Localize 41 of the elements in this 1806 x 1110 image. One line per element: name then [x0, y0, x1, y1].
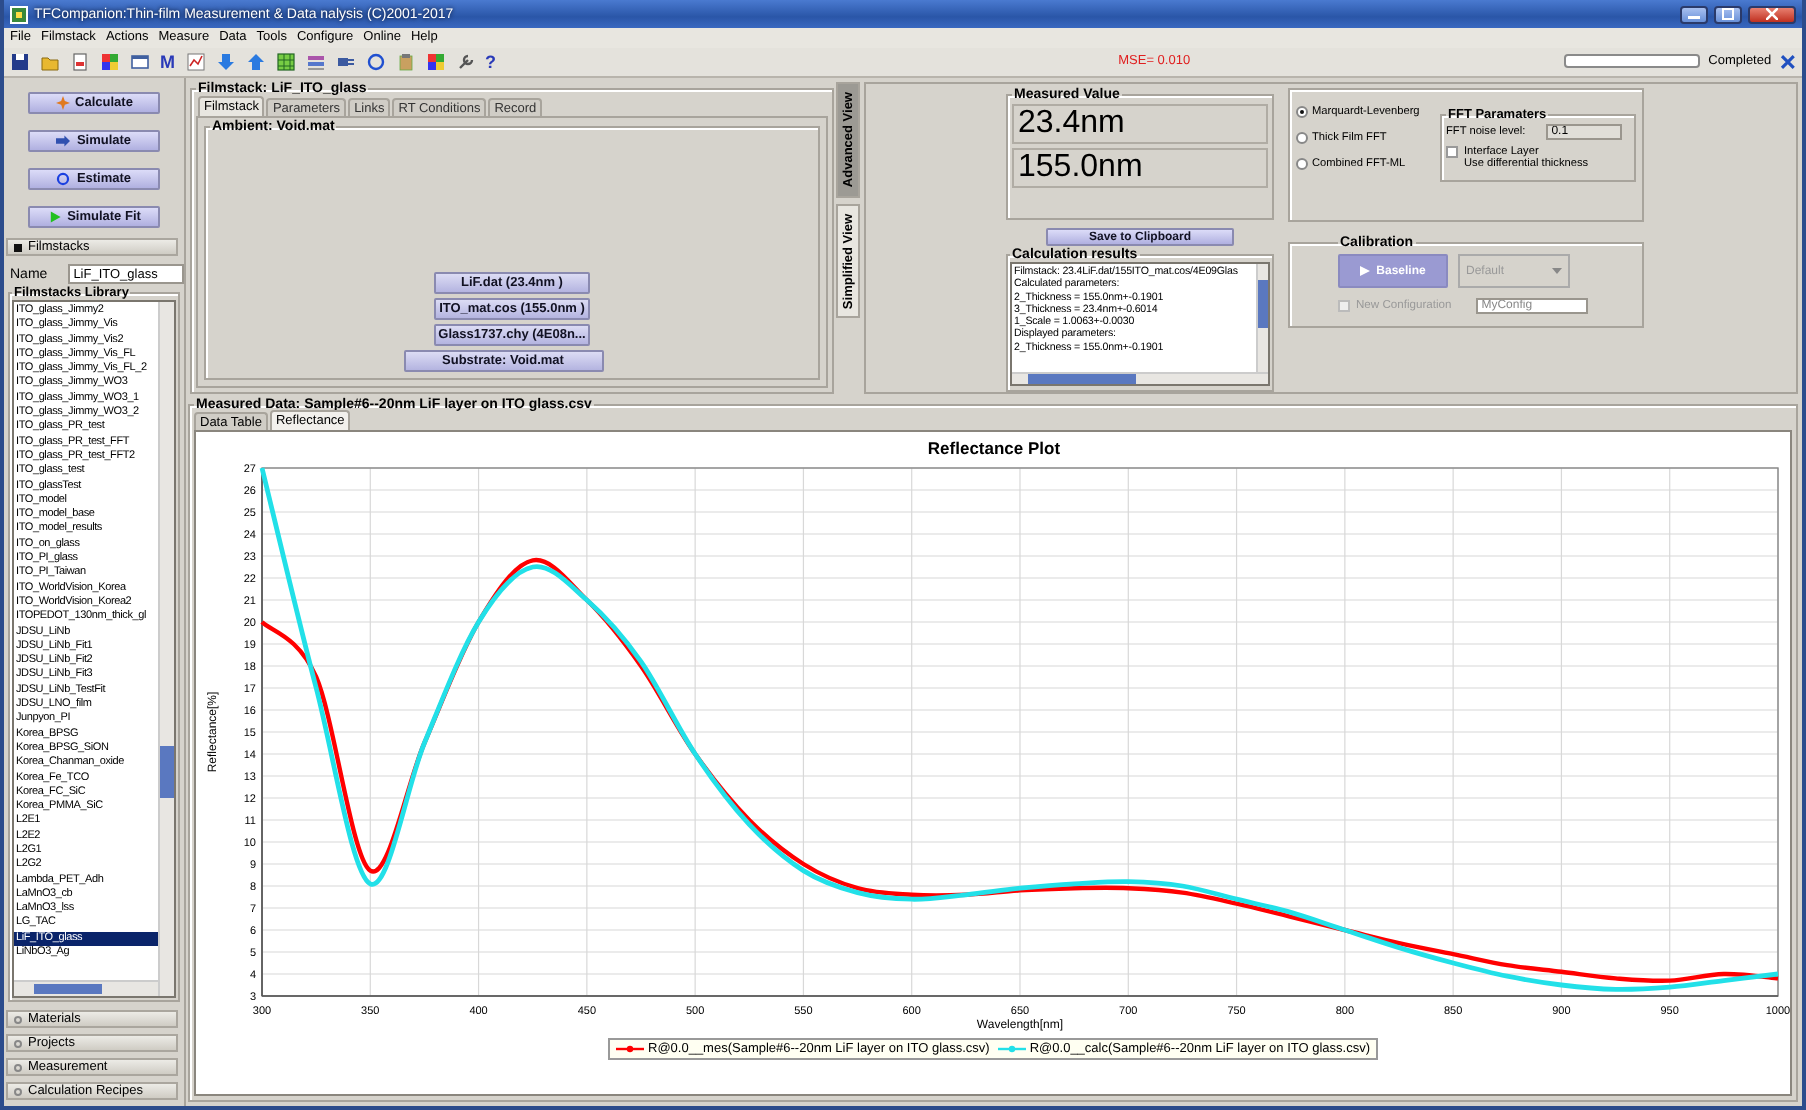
- palette-icon[interactable]: [100, 51, 120, 71]
- close-icon: [1766, 8, 1778, 20]
- palette-icon[interactable]: [425, 51, 445, 71]
- window-icon[interactable]: [130, 51, 150, 71]
- ring-icon[interactable]: [365, 51, 385, 71]
- toolbar-button[interactable]: ?: [485, 51, 496, 71]
- down-arrow-icon[interactable]: [215, 51, 235, 71]
- chart-title: Reflectance Plot: [926, 438, 1060, 458]
- vertical-scrollbar[interactable]: [1256, 264, 1268, 372]
- play-icon: [1360, 266, 1371, 276]
- checkbox[interactable]: [1446, 146, 1458, 158]
- vertical-scrollbar[interactable]: [158, 302, 174, 996]
- app-icon: [10, 5, 28, 23]
- radio-button[interactable]: [1296, 132, 1308, 144]
- arrow-icon: [56, 134, 71, 148]
- horizontal-scrollbar[interactable]: [14, 980, 158, 996]
- maximize-button[interactable]: [1714, 5, 1742, 23]
- horizontal-scrollbar[interactable]: [1012, 372, 1268, 384]
- wrench-icon[interactable]: [455, 51, 475, 71]
- star-icon: [55, 96, 70, 110]
- radio-button[interactable]: [1296, 158, 1308, 170]
- play-icon: [47, 210, 62, 224]
- document-icon[interactable]: [70, 51, 90, 71]
- thickness-value: 155.0nm: [1012, 148, 1268, 188]
- maximize-icon: [1722, 8, 1734, 20]
- toolbar-button[interactable]: M: [160, 51, 175, 71]
- radio-button[interactable]: [1296, 106, 1308, 118]
- grid-icon[interactable]: [275, 51, 295, 71]
- minimize-button[interactable]: [1680, 5, 1708, 23]
- up-arrow-icon[interactable]: [245, 51, 265, 71]
- close-button[interactable]: [1748, 5, 1796, 23]
- ring-icon: [56, 172, 71, 186]
- chart-icon[interactable]: [185, 51, 205, 71]
- caret-icon: [1552, 268, 1562, 274]
- close-icon[interactable]: [1780, 53, 1796, 69]
- thickness-value: 23.4nm: [1012, 104, 1268, 144]
- layers-icon[interactable]: [305, 51, 325, 71]
- clipboard-icon[interactable]: [395, 51, 415, 71]
- legend-swatch: [616, 1044, 644, 1054]
- save-icon[interactable]: [10, 51, 30, 71]
- legend-swatch: [997, 1044, 1026, 1054]
